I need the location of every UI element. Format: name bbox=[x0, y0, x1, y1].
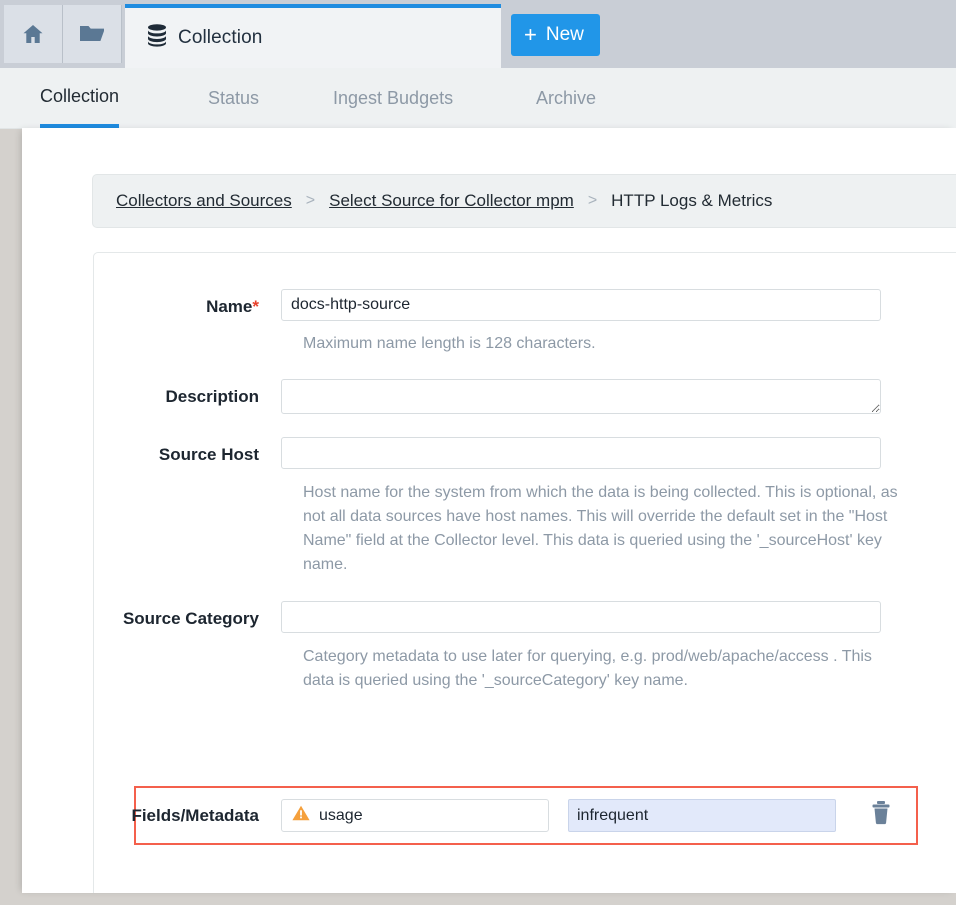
section-tabs: Collection Status Ingest Budgets Archive bbox=[0, 68, 956, 129]
source-form-card: Name* Maximum name length is 128 charact… bbox=[93, 252, 956, 893]
source-host-input[interactable] bbox=[281, 437, 881, 469]
breadcrumb-current: HTTP Logs & Metrics bbox=[611, 191, 772, 211]
trash-icon[interactable] bbox=[870, 800, 892, 831]
description-label: Description bbox=[94, 379, 281, 405]
tab-collection-label: Collection bbox=[40, 86, 119, 107]
required-marker: * bbox=[252, 297, 259, 316]
app-screen: Collection + New Collection Status Inges… bbox=[0, 0, 956, 905]
name-helper: Maximum name length is 128 characters. bbox=[303, 332, 903, 356]
home-button[interactable] bbox=[4, 5, 63, 63]
tab-ingest-budgets[interactable]: Ingest Budgets bbox=[333, 68, 453, 128]
name-label: Name* bbox=[94, 289, 281, 315]
source-host-label: Source Host bbox=[94, 437, 281, 463]
field-value-text: infrequent bbox=[577, 807, 648, 825]
warning-icon bbox=[292, 805, 310, 826]
content-panel: Collectors and Sources > Select Source f… bbox=[22, 128, 956, 893]
breadcrumb: Collectors and Sources > Select Source f… bbox=[92, 174, 956, 228]
breadcrumb-separator: > bbox=[588, 192, 597, 210]
collection-tab[interactable]: Collection bbox=[125, 4, 501, 68]
breadcrumb-collectors-and-sources[interactable]: Collectors and Sources bbox=[116, 191, 292, 211]
source-category-label: Source Category bbox=[94, 601, 281, 627]
name-label-text: Name bbox=[206, 297, 252, 316]
fields-metadata-label: Fields/Metadata bbox=[94, 807, 281, 824]
field-row-description: Description bbox=[94, 379, 956, 414]
field-key-input[interactable]: usage bbox=[281, 799, 549, 832]
database-icon bbox=[147, 24, 167, 52]
window-tab-bar: Collection + New bbox=[0, 0, 956, 68]
tab-status[interactable]: Status bbox=[208, 68, 259, 128]
tab-archive-label: Archive bbox=[536, 88, 596, 109]
source-category-helper: Category metadata to use later for query… bbox=[303, 645, 903, 693]
breadcrumb-select-source[interactable]: Select Source for Collector mpm bbox=[329, 191, 574, 211]
new-button-label: New bbox=[546, 24, 584, 46]
field-row-source-category: Source Category bbox=[94, 601, 956, 633]
collection-tab-label: Collection bbox=[178, 27, 262, 49]
field-row-fields-metadata: Fields/Metadata usage infrequent bbox=[94, 786, 954, 845]
plus-icon: + bbox=[524, 24, 537, 46]
tab-collection[interactable]: Collection bbox=[40, 68, 119, 128]
tab-ingest-budgets-label: Ingest Budgets bbox=[333, 88, 453, 109]
description-textarea[interactable] bbox=[281, 379, 881, 414]
field-key-value: usage bbox=[319, 807, 363, 825]
source-host-helper: Host name for the system from which the … bbox=[303, 481, 903, 577]
field-row-source-host: Source Host bbox=[94, 437, 956, 469]
source-category-input[interactable] bbox=[281, 601, 881, 633]
tab-status-label: Status bbox=[208, 88, 259, 109]
field-value-input[interactable]: infrequent bbox=[568, 799, 836, 832]
new-button[interactable]: + New bbox=[511, 14, 600, 56]
breadcrumb-separator: > bbox=[306, 192, 315, 210]
home-icon bbox=[21, 22, 45, 46]
field-row-name: Name* bbox=[94, 289, 956, 321]
folder-icon bbox=[79, 23, 105, 45]
name-input[interactable] bbox=[281, 289, 881, 321]
tab-archive[interactable]: Archive bbox=[536, 68, 596, 128]
folder-button[interactable] bbox=[63, 5, 122, 63]
